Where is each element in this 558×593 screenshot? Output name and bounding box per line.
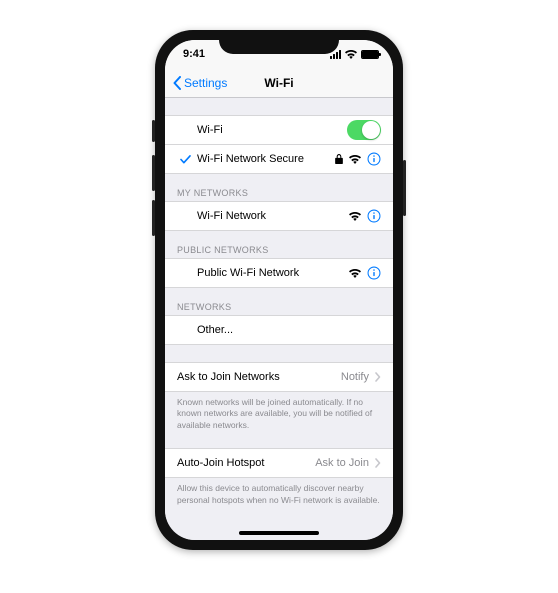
wifi-icon xyxy=(349,269,361,278)
wifi-status-icon xyxy=(345,50,357,59)
status-time: 9:41 xyxy=(183,48,205,60)
content-scroll[interactable]: Wi-Fi Wi-Fi Network Secure xyxy=(165,98,393,540)
wifi-toggle-label: Wi-Fi xyxy=(197,124,347,136)
screen: 9:41 Settings Wi-Fi Wi-Fi xyxy=(165,40,393,540)
chevron-right-icon xyxy=(375,372,381,382)
other-label: Other... xyxy=(197,324,381,336)
auto-join-hotspot-label: Auto-Join Hotspot xyxy=(177,457,315,469)
battery-icon xyxy=(361,50,379,59)
auto-join-hotspot-value: Ask to Join xyxy=(315,457,369,469)
public-networks-header: Public Networks xyxy=(165,231,393,259)
info-icon[interactable] xyxy=(367,209,381,223)
signal-icon xyxy=(330,50,341,59)
auto-join-hotspot-footer: Allow this device to automatically disco… xyxy=(165,478,393,506)
my-network-name: Wi-Fi Network xyxy=(197,210,349,222)
home-indicator[interactable] xyxy=(239,531,319,535)
auto-join-hotspot-row[interactable]: Auto-Join Hotspot Ask to Join xyxy=(165,448,393,478)
info-icon[interactable] xyxy=(367,152,381,166)
back-button[interactable]: Settings xyxy=(173,76,227,90)
info-icon[interactable] xyxy=(367,266,381,280)
wifi-icon xyxy=(349,212,361,221)
wifi-toggle[interactable] xyxy=(347,120,381,140)
my-network-row[interactable]: Wi-Fi Network xyxy=(165,201,393,231)
public-network-name: Public Wi-Fi Network xyxy=(197,267,349,279)
networks-header: Networks xyxy=(165,288,393,316)
other-network-row[interactable]: Other... xyxy=(165,315,393,345)
page-title: Wi-Fi xyxy=(264,76,293,90)
nav-bar: Settings Wi-Fi xyxy=(165,68,393,98)
back-label: Settings xyxy=(184,76,227,90)
chevron-right-icon xyxy=(375,458,381,468)
public-network-row[interactable]: Public Wi-Fi Network xyxy=(165,258,393,288)
ask-to-join-label: Ask to Join Networks xyxy=(177,371,341,383)
ask-to-join-value: Notify xyxy=(341,371,369,383)
status-bar: 9:41 xyxy=(165,40,393,68)
my-networks-header: My Networks xyxy=(165,174,393,202)
check-icon xyxy=(177,155,193,164)
wifi-toggle-row: Wi-Fi xyxy=(165,115,393,145)
phone-frame: 9:41 Settings Wi-Fi Wi-Fi xyxy=(155,30,403,550)
ask-to-join-row[interactable]: Ask to Join Networks Notify xyxy=(165,362,393,392)
wifi-icon xyxy=(349,155,361,164)
connected-network-name: Wi-Fi Network Secure xyxy=(197,153,335,165)
ask-to-join-footer: Known networks will be joined automatica… xyxy=(165,392,393,431)
connected-network-row[interactable]: Wi-Fi Network Secure xyxy=(165,144,393,174)
lock-icon xyxy=(335,154,343,164)
